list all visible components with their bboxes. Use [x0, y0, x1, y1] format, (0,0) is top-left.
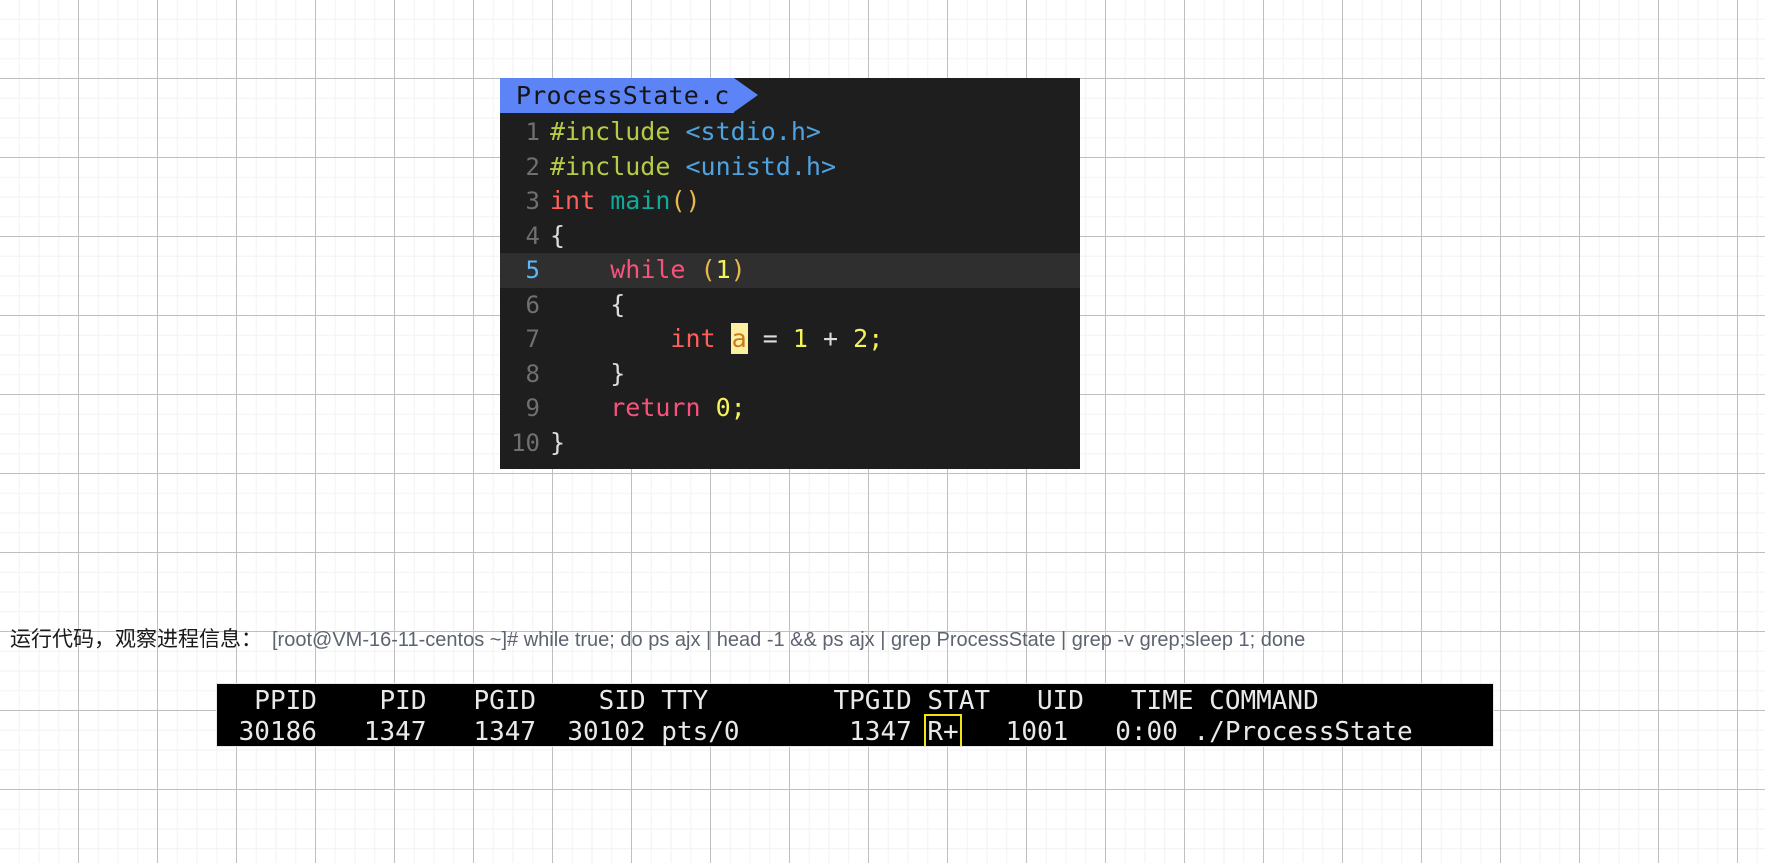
token-semicolon: ;: [868, 324, 884, 353]
editor-tab-label: ProcessState.c: [516, 81, 730, 110]
code-line: 10 }: [500, 426, 1080, 461]
code-line-content[interactable]: {: [550, 288, 1080, 323]
code-line: 9 return 0;: [500, 391, 1080, 426]
code-snippet-card: ProcessState.c 1 #include <stdio.h> 2 #i…: [500, 78, 1080, 469]
token-brace-close: }: [610, 358, 626, 388]
token-keyword-while: while: [610, 255, 686, 284]
token-parens: (): [670, 186, 701, 215]
line-number: 9: [525, 394, 540, 422]
line-number: 1: [525, 118, 540, 146]
code-line-content[interactable]: #include <stdio.h>: [550, 115, 1080, 150]
code-line: 6 {: [500, 288, 1080, 323]
code-line-content[interactable]: while (1): [550, 253, 1080, 288]
token-number-one: 1: [715, 255, 731, 284]
code-line: 1 #include <stdio.h>: [500, 115, 1080, 150]
token-semicolon: ;: [730, 393, 746, 422]
token-type-int: int: [550, 186, 596, 215]
code-line-content[interactable]: }: [550, 357, 1080, 392]
terminal-row-prefix: 30186 1347 1347 30102 pts/0 1347: [223, 717, 928, 747]
terminal-header-row: PPID PID PGID SID TTY TPGID STAT UID TIM…: [223, 686, 1319, 716]
code-line-content[interactable]: #include <unistd.h>: [550, 150, 1080, 185]
code-line-content[interactable]: int main(): [550, 184, 1080, 219]
line-number: 4: [525, 221, 540, 250]
token-number-zero: 0: [715, 393, 731, 422]
code-lines: 1 #include <stdio.h> 2 #include <unistd.…: [500, 113, 1080, 460]
editor-tab-bar: ProcessState.c: [500, 78, 1080, 113]
line-number: 8: [525, 359, 540, 388]
token-preprocessor: #include: [550, 151, 671, 181]
code-line: 2 #include <unistd.h>: [500, 150, 1080, 185]
line-number: 2: [525, 152, 540, 181]
terminal-process-row: 30186 1347 1347 30102 pts/0 1347 R+ 1001…: [217, 714, 1493, 747]
line-number: 3: [525, 187, 540, 215]
caption-label: 运行代码，观察进程信息：: [10, 627, 262, 651]
code-line-content[interactable]: }: [550, 426, 1080, 461]
token-type-int: int: [670, 324, 716, 353]
line-number: 7: [525, 325, 540, 353]
code-line: 4 {: [500, 219, 1080, 254]
code-line: 8 }: [500, 357, 1080, 392]
token-number-two: 2: [853, 324, 869, 353]
tab-arrow-icon: [733, 78, 758, 112]
token-preprocessor: #include: [550, 117, 671, 146]
token-variable-a-highlighted: a: [730, 323, 748, 354]
code-line-content[interactable]: {: [550, 219, 1080, 254]
caption: 运行代码，观察进程信息： [root@VM-16-11-centos ~]# w…: [10, 623, 1305, 653]
token-plus: +: [823, 324, 839, 353]
code-line-content[interactable]: int a = 1 + 2;: [550, 322, 1080, 357]
token-brace-open: {: [610, 289, 626, 319]
code-line-active: 5 while (1): [500, 253, 1080, 288]
token-brace-close: }: [550, 427, 566, 457]
token-function-main: main: [610, 186, 671, 215]
token-number-one: 1: [792, 324, 808, 353]
editor-tab-processstate-c[interactable]: ProcessState.c: [500, 78, 758, 113]
caption-command: [root@VM-16-11-centos ~]# while true; do…: [272, 629, 1306, 651]
token-keyword-return: return: [610, 393, 701, 422]
token-equals: =: [762, 324, 778, 353]
code-line-content[interactable]: return 0;: [550, 391, 1080, 426]
token-header-unistd: <unistd.h>: [685, 151, 836, 181]
stat-value-highlighted: R+: [924, 714, 962, 747]
token-paren-left: (: [700, 255, 716, 284]
line-number: 6: [525, 290, 540, 319]
line-number-active: 5: [525, 256, 540, 284]
token-header-stdio: <stdio.h>: [685, 117, 821, 146]
code-line: 3 int main(): [500, 184, 1080, 219]
line-number: 10: [511, 428, 540, 457]
code-line: 7 int a = 1 + 2;: [500, 322, 1080, 357]
token-paren-right: ): [730, 255, 746, 284]
terminal-row-suffix: 1001 0:00 ./ProcessState: [958, 717, 1413, 747]
terminal-output-card: PPID PID PGID SID TTY TPGID STAT UID TIM…: [216, 683, 1494, 747]
token-brace-open: {: [550, 220, 566, 250]
